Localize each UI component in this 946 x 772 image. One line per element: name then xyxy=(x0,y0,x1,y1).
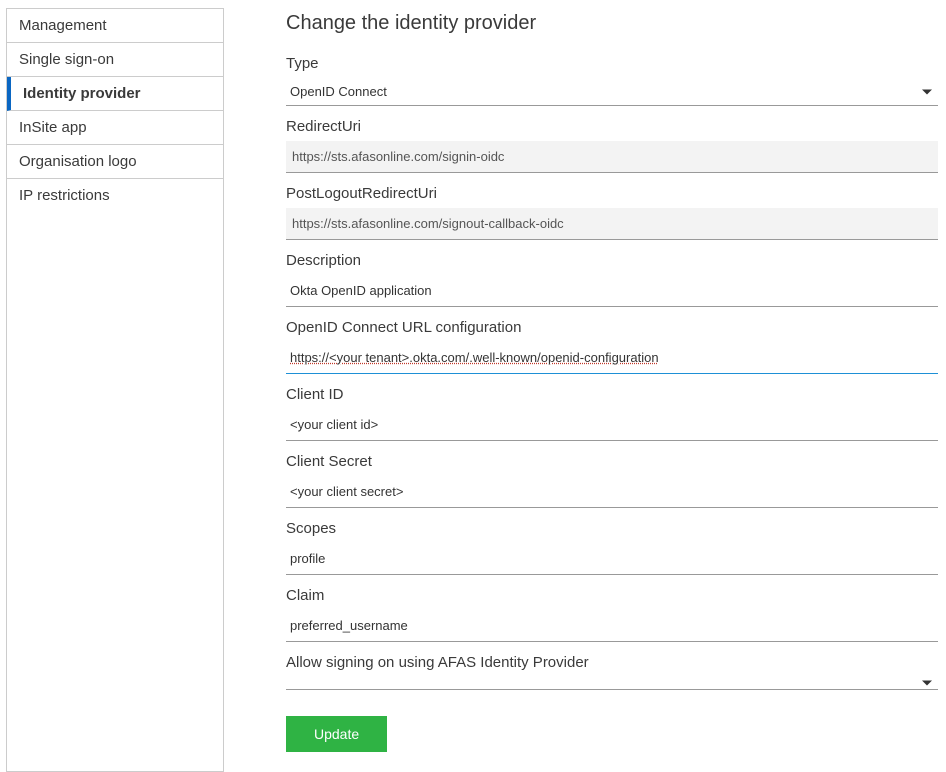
sidebar: Management Single sign-on Identity provi… xyxy=(6,8,224,772)
update-button[interactable]: Update xyxy=(286,716,387,752)
client-id-input[interactable] xyxy=(286,409,938,441)
claim-label: Claim xyxy=(286,587,938,604)
openid-config-url-input[interactable] xyxy=(286,342,938,374)
sidebar-item-ip-restrictions[interactable]: IP restrictions xyxy=(7,179,223,212)
scopes-label: Scopes xyxy=(286,520,938,537)
post-logout-redirect-uri-label: PostLogoutRedirectUri xyxy=(286,185,938,202)
main-content: Change the identity provider Type OpenID… xyxy=(224,8,946,772)
post-logout-redirect-uri-input xyxy=(286,208,938,240)
client-secret-input[interactable] xyxy=(286,476,938,508)
type-select-value: OpenID Connect xyxy=(286,78,938,105)
scopes-input[interactable] xyxy=(286,543,938,575)
type-select[interactable]: OpenID Connect xyxy=(286,78,938,106)
allow-afas-idp-select[interactable] xyxy=(286,677,938,690)
sidebar-item-management[interactable]: Management xyxy=(7,9,223,43)
page-title: Change the identity provider xyxy=(286,12,938,35)
client-id-label: Client ID xyxy=(286,386,938,403)
claim-input[interactable] xyxy=(286,610,938,642)
redirect-uri-label: RedirectUri xyxy=(286,118,938,135)
client-secret-label: Client Secret xyxy=(286,453,938,470)
description-label: Description xyxy=(286,252,938,269)
description-input[interactable] xyxy=(286,275,938,307)
type-label: Type xyxy=(286,55,938,72)
allow-afas-idp-select-value xyxy=(286,677,938,689)
allow-afas-idp-label: Allow signing on using AFAS Identity Pro… xyxy=(286,654,938,671)
openid-config-url-label: OpenID Connect URL configuration xyxy=(286,319,938,336)
sidebar-item-single-sign-on[interactable]: Single sign-on xyxy=(7,43,223,77)
sidebar-item-identity-provider[interactable]: Identity provider xyxy=(7,77,223,111)
sidebar-item-insite-app[interactable]: InSite app xyxy=(7,111,223,145)
redirect-uri-input xyxy=(286,141,938,173)
sidebar-item-organisation-logo[interactable]: Organisation logo xyxy=(7,145,223,179)
